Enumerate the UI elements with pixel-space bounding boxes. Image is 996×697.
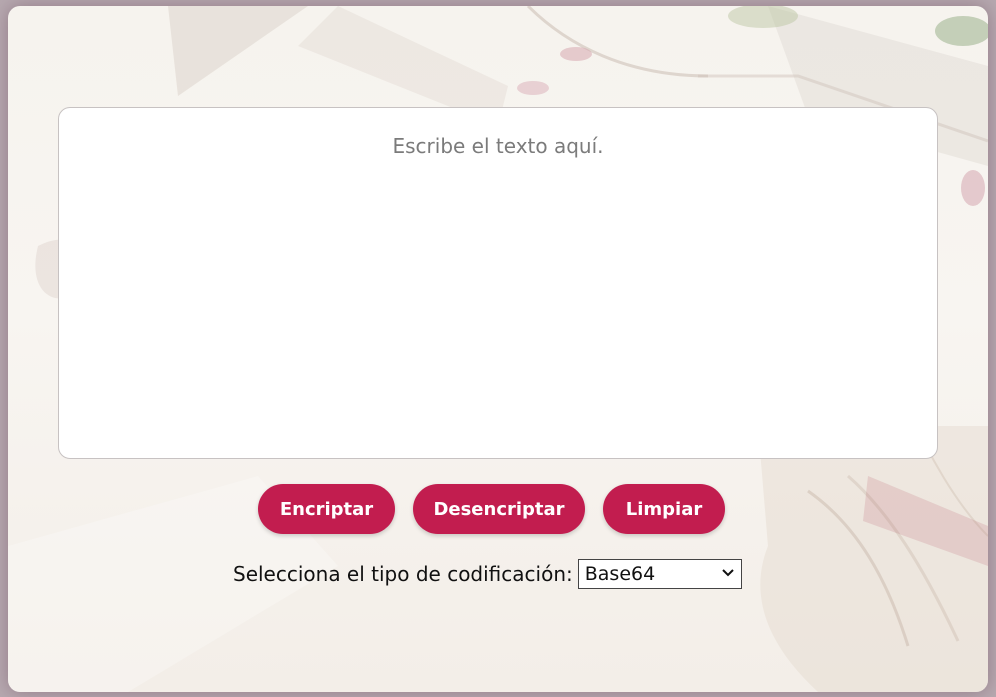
encoding-selector-row: Selecciona el tipo de codificación: Base…: [233, 559, 742, 589]
decrypt-button[interactable]: Desencriptar: [413, 484, 585, 534]
clear-button[interactable]: Limpiar: [603, 484, 725, 534]
encrypt-button[interactable]: Encriptar: [258, 484, 395, 534]
text-input-box: [58, 107, 938, 459]
app-window: Encriptar Desencriptar Limpiar Seleccion…: [8, 6, 988, 692]
message-textarea[interactable]: [59, 108, 937, 458]
action-buttons: Encriptar Desencriptar Limpiar: [8, 484, 988, 534]
encoding-select-wrapper[interactable]: Base64: [577, 559, 742, 589]
encoding-label: Selecciona el tipo de codificación:: [233, 562, 573, 586]
encoding-select[interactable]: Base64: [578, 560, 741, 588]
